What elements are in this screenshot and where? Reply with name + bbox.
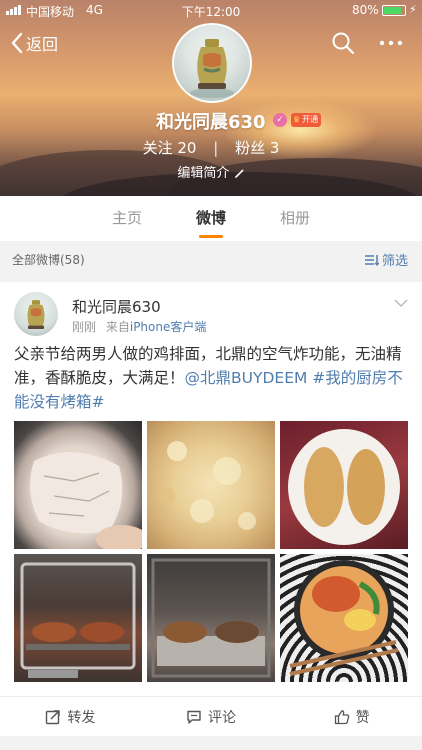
floured-chicken-photo[interactable] [14, 421, 142, 549]
bottom-spacer [0, 736, 422, 750]
like-label: 赞 [355, 709, 370, 726]
post-action-bar: 转发 评论 赞 [0, 696, 422, 736]
filter-label: 筛选 [381, 254, 408, 269]
thumbs-up-icon [334, 709, 349, 724]
edit-intro-label: 编辑简介 [177, 166, 230, 181]
vase-icon [27, 300, 45, 330]
pencil-icon [234, 169, 244, 178]
search-icon[interactable] [331, 31, 355, 55]
like-button[interactable]: 赞 [281, 697, 422, 736]
vip-open-label: 开通 [302, 115, 319, 124]
post-meta: 刚刚 来自iPhone客户端 [72, 318, 206, 335]
charging-icon: ⚡ [409, 3, 417, 16]
filter-button[interactable]: 筛选 [364, 250, 408, 269]
edit-intro-button[interactable]: 编辑简介 [0, 162, 422, 181]
back-label: 返回 [26, 35, 59, 54]
tab-home[interactable]: 主页 [85, 196, 169, 241]
oven-interior-photo[interactable] [14, 554, 142, 682]
repost-icon [46, 709, 61, 724]
repost-button[interactable]: 转发 [0, 697, 141, 736]
back-button[interactable]: 返回 [10, 30, 58, 56]
mention-link[interactable]: @北鼎BUYDEEM [185, 369, 308, 387]
repost-label: 转发 [67, 709, 96, 726]
photo-watermark: 微博@北鼎BUYDEEM [322, 682, 412, 692]
vase-icon [190, 39, 234, 98]
profile-cover: 中国移动 4G 下午12:00 80% ⚡ 返回 和光同晨630 ✓ ♛ 开通 [0, 0, 422, 196]
fried-batter-photo[interactable] [147, 421, 275, 549]
post-source[interactable]: iPhone客户端 [130, 320, 207, 334]
profile-tabs: 主页 微博 相册 [0, 196, 422, 241]
following-stat[interactable]: 关注 20 [143, 139, 202, 157]
post-card: 和光同晨630 刚刚 来自iPhone客户端 父亲节给两男人做的鸡排面，北鼎的空… [0, 282, 422, 744]
filter-bar: 全部微博(58) 筛选 [0, 242, 422, 274]
comment-button[interactable]: 评论 [141, 697, 282, 736]
following-count: 20 [177, 139, 197, 157]
profile-name: 和光同晨630 [156, 112, 266, 133]
post-avatar[interactable] [14, 292, 58, 336]
crown-icon: ♛ [293, 115, 301, 124]
fans-count: 3 [269, 139, 280, 157]
post-time: 刚刚 [72, 320, 97, 334]
chevron-down-icon[interactable] [394, 298, 408, 308]
stats-divider: | [213, 139, 219, 157]
comment-label: 评论 [208, 709, 236, 726]
tab-weibo[interactable]: 微博 [169, 196, 253, 241]
noodle-bowl-photo[interactable] [280, 554, 408, 682]
profile-avatar[interactable] [172, 23, 252, 103]
status-bar: 中国移动 4G 下午12:00 80% ⚡ [0, 0, 422, 22]
vip-open-badge[interactable]: ♛ 开通 [291, 113, 322, 127]
post-author[interactable]: 和光同晨630 [72, 296, 161, 317]
following-label: 关注 [142, 139, 173, 157]
filter-icon [364, 254, 379, 266]
fans-stat[interactable]: 粉丝 3 [235, 139, 279, 157]
battery-percent: 80% [352, 3, 379, 17]
verified-badge-icon[interactable]: ✓ [273, 113, 287, 127]
post-text: 父亲节给两男人做的鸡排面，北鼎的空气炸功能，无油精准，香酥脆皮，大满足！@北鼎B… [14, 342, 412, 414]
cutlets-on-plate-photo[interactable] [280, 421, 408, 549]
post-source-prefix: 来自 [105, 320, 130, 334]
more-icon[interactable] [378, 36, 404, 50]
post-count-label: 全部微博(58) [12, 253, 85, 267]
fans-label: 粉丝 [235, 139, 266, 157]
comment-icon [187, 710, 201, 724]
battery-icon [382, 5, 406, 16]
profile-stats: 关注 20 | 粉丝 3 [0, 137, 422, 158]
tab-album[interactable]: 相册 [253, 196, 337, 241]
chevron-left-icon [11, 32, 23, 54]
oven-tray-photo[interactable] [147, 554, 275, 682]
